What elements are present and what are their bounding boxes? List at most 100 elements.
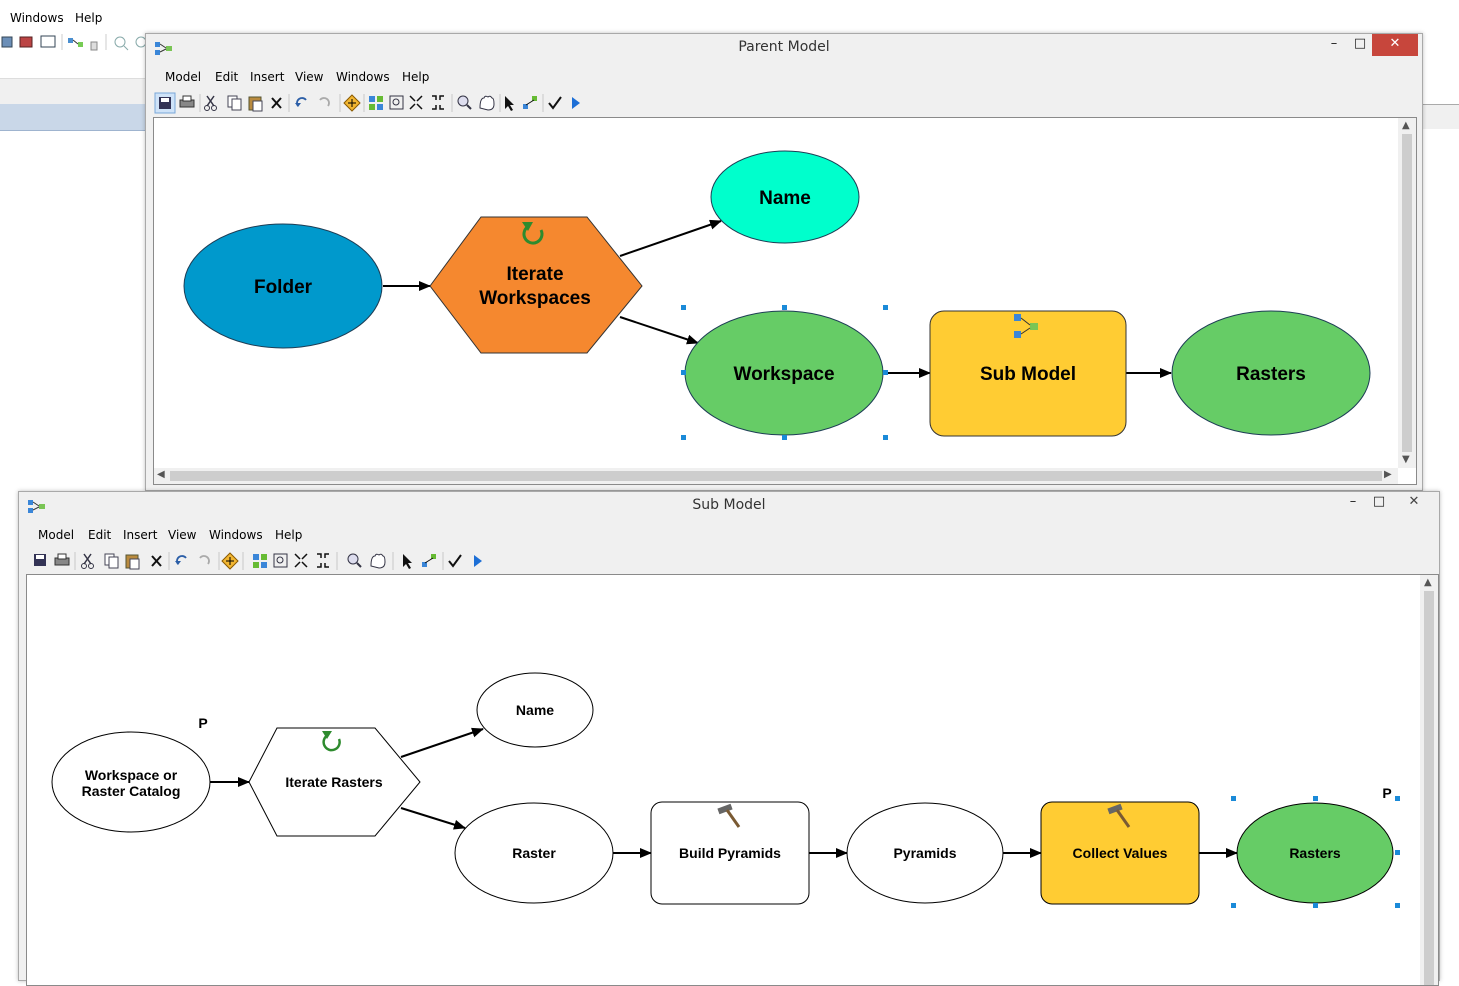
- sub-vertical-scroll-thumb[interactable]: [1424, 591, 1434, 985]
- select-icon[interactable]: [403, 554, 412, 569]
- menu-view[interactable]: View: [295, 70, 323, 84]
- parent-vertical-scrollbar[interactable]: ▲ ▼: [1398, 118, 1416, 468]
- save-icon[interactable]: [159, 97, 171, 109]
- node-name[interactable]: Name: [476, 672, 594, 748]
- auto-layout-icon[interactable]: [369, 96, 383, 110]
- node-workspace-or-raster-catalog[interactable]: Workspace or Raster Catalog: [51, 731, 211, 833]
- paste-icon[interactable]: [125, 554, 140, 570]
- bg-tool-icon[interactable]: [1, 36, 13, 48]
- bg-modelbuilder-icon[interactable]: [68, 38, 83, 47]
- validate-icon[interactable]: [448, 554, 462, 568]
- fixed-zoom-in-icon[interactable]: [409, 95, 423, 110]
- connect-icon[interactable]: [523, 96, 537, 109]
- parent-model-window: Parent Model – □ ✕ Model Edit Insert Vie…: [145, 33, 1423, 491]
- print-icon[interactable]: [54, 553, 70, 566]
- menu-help[interactable]: Help: [275, 528, 302, 542]
- full-extent-icon[interactable]: [389, 95, 404, 110]
- node-build-pyramids[interactable]: Build Pyramids: [650, 801, 810, 905]
- menu-view[interactable]: View: [168, 528, 196, 542]
- background-toolbar-icons: [1, 34, 147, 51]
- node-sub-model[interactable]: Sub Model: [929, 310, 1127, 437]
- bg-tool-icon[interactable]: [19, 36, 33, 48]
- copy-icon[interactable]: [104, 553, 119, 569]
- run-icon[interactable]: [474, 555, 482, 567]
- scroll-left-arrow-icon[interactable]: ◀: [157, 469, 165, 480]
- node-rasters[interactable]: Rasters: [1171, 310, 1371, 436]
- copy-icon[interactable]: [227, 95, 242, 111]
- cut-icon[interactable]: [81, 553, 94, 569]
- maximize-button[interactable]: □: [1350, 34, 1370, 56]
- minimize-button[interactable]: –: [1343, 492, 1363, 514]
- zoom-in-icon[interactable]: [347, 553, 362, 568]
- fixed-zoom-out-icon[interactable]: [317, 553, 329, 568]
- node-iterate-workspaces[interactable]: Iterate Workspaces: [429, 216, 643, 354]
- parent-vertical-scroll-thumb[interactable]: [1402, 134, 1412, 452]
- paste-icon[interactable]: [248, 96, 263, 112]
- connect-icon[interactable]: [422, 554, 436, 567]
- close-button[interactable]: ✕: [1372, 34, 1418, 56]
- scroll-right-arrow-icon[interactable]: ▶: [1384, 469, 1392, 480]
- node-pyramids[interactable]: Pyramids: [846, 802, 1004, 904]
- node-raster[interactable]: Raster: [454, 802, 614, 904]
- pan-icon[interactable]: [370, 553, 386, 569]
- scroll-up-arrow-icon[interactable]: ▲: [1424, 577, 1432, 588]
- scroll-up-arrow-icon[interactable]: ▲: [1402, 120, 1410, 131]
- node-iterate-rasters[interactable]: Iterate Rasters: [248, 727, 421, 837]
- menu-windows[interactable]: Windows: [209, 528, 263, 542]
- bg-menu-help[interactable]: Help: [75, 11, 102, 25]
- sub-toolbar-icons: [34, 552, 482, 570]
- menu-insert[interactable]: Insert: [123, 528, 157, 542]
- delete-icon[interactable]: [151, 555, 162, 567]
- maximize-button[interactable]: □: [1369, 492, 1389, 514]
- menu-edit[interactable]: Edit: [215, 70, 238, 84]
- add-data-icon[interactable]: [221, 552, 239, 570]
- full-extent-icon[interactable]: [273, 553, 288, 568]
- close-button[interactable]: ✕: [1391, 492, 1437, 514]
- run-icon[interactable]: [572, 97, 580, 109]
- menu-model[interactable]: Model: [38, 528, 74, 542]
- zoom-in-icon[interactable]: [457, 95, 472, 110]
- svg-text:Name: Name: [759, 188, 811, 209]
- fixed-zoom-out-icon[interactable]: [432, 95, 444, 110]
- validate-icon[interactable]: [548, 96, 562, 110]
- node-collect-values[interactable]: Collect Values: [1040, 801, 1200, 905]
- sub-model-canvas[interactable]: Workspace or Raster Catalog P Iterate Ra…: [26, 574, 1439, 986]
- undo-icon[interactable]: [175, 555, 187, 565]
- node-name[interactable]: Name: [710, 150, 860, 244]
- add-data-icon[interactable]: [343, 94, 361, 112]
- background-panel-strip: [0, 78, 150, 105]
- node-rasters[interactable]: Rasters: [1231, 796, 1400, 908]
- bg-dropdown-icon[interactable]: [90, 41, 98, 51]
- redo-icon[interactable]: [199, 555, 210, 565]
- menu-help[interactable]: Help: [402, 70, 429, 84]
- menu-edit[interactable]: Edit: [88, 528, 111, 542]
- bg-menu-windows[interactable]: Windows: [10, 11, 64, 25]
- delete-icon[interactable]: [271, 97, 282, 109]
- auto-layout-icon[interactable]: [253, 554, 267, 568]
- minimize-button[interactable]: –: [1324, 34, 1344, 56]
- bg-zoom-in-icon[interactable]: [114, 36, 129, 51]
- parent-horizontal-scroll-thumb[interactable]: [170, 471, 1382, 481]
- node-folder[interactable]: Folder: [183, 223, 383, 349]
- menu-windows[interactable]: Windows: [336, 70, 390, 84]
- redo-icon[interactable]: [319, 97, 330, 107]
- undo-icon[interactable]: [295, 97, 307, 107]
- parent-horizontal-scrollbar[interactable]: ◀ ▶: [154, 468, 1398, 484]
- pan-icon[interactable]: [479, 95, 495, 111]
- menu-model[interactable]: Model: [165, 70, 201, 84]
- sub-vertical-scrollbar[interactable]: ▲: [1420, 575, 1438, 985]
- cut-icon[interactable]: [204, 95, 217, 111]
- parent-toolbar-icons: [154, 92, 580, 114]
- select-icon[interactable]: [505, 96, 514, 111]
- background-toolbar: [0, 30, 150, 56]
- parent-model-canvas[interactable]: Folder Iterate Workspaces Name Workspace…: [153, 117, 1417, 485]
- scroll-down-arrow-icon[interactable]: ▼: [1402, 454, 1410, 465]
- save-icon[interactable]: [34, 554, 46, 566]
- menu-insert[interactable]: Insert: [250, 70, 284, 84]
- fixed-zoom-in-icon[interactable]: [294, 553, 308, 568]
- print-icon[interactable]: [179, 95, 195, 108]
- bg-tool-icon[interactable]: [40, 35, 56, 48]
- node-workspace[interactable]: Workspace: [681, 305, 888, 440]
- svg-text:Name: Name: [516, 702, 554, 718]
- background-menubar: Windows Help: [0, 4, 1459, 30]
